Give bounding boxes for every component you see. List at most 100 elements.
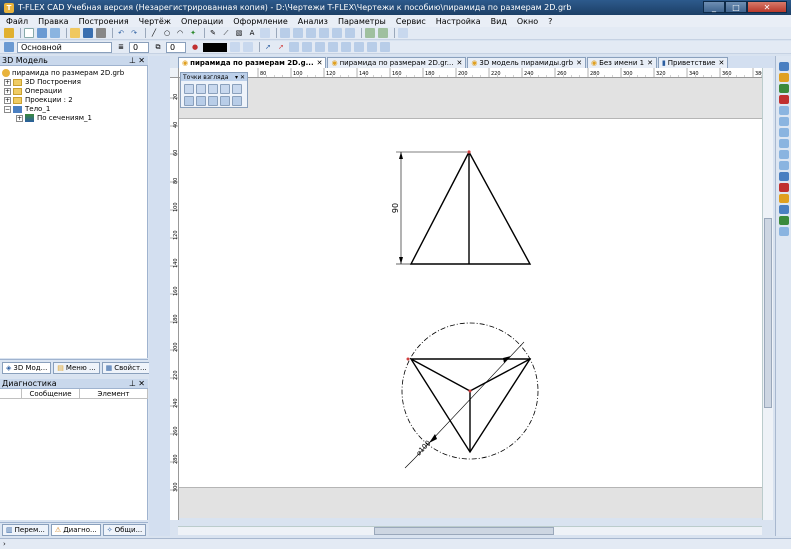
save-icon[interactable]	[83, 28, 93, 38]
select-icon[interactable]: ➚	[263, 42, 273, 52]
pin-icon[interactable]: ⊥	[129, 379, 136, 388]
object-snap-5-icon[interactable]	[341, 42, 351, 52]
menu-construct[interactable]: Построения	[79, 17, 129, 26]
snap-icon[interactable]	[243, 42, 253, 52]
menu-file[interactable]: Файл	[6, 17, 28, 26]
view-left-icon[interactable]	[208, 84, 218, 94]
tool-zoom-out-icon[interactable]	[778, 139, 789, 148]
tool-layers-icon[interactable]	[778, 205, 789, 214]
tool-refresh-icon[interactable]	[778, 216, 789, 225]
open-icon[interactable]	[70, 28, 80, 38]
view-iso-2-icon[interactable]	[208, 96, 218, 106]
menu-drawing[interactable]: Чертёж	[139, 17, 171, 26]
panel-close-icon[interactable]: ✕	[138, 56, 145, 65]
detail-icon[interactable]	[319, 28, 329, 38]
view-icon[interactable]	[306, 28, 316, 38]
tool-zoom-window-icon[interactable]	[778, 106, 789, 115]
vertical-scrollbar[interactable]	[762, 68, 773, 520]
tool-3d-view-icon[interactable]	[778, 62, 789, 71]
tab-variables[interactable]: ▥ Перем...	[2, 524, 49, 536]
table-icon[interactable]	[293, 28, 303, 38]
view-back-icon[interactable]	[196, 84, 206, 94]
vertical-scroll-thumb[interactable]	[764, 218, 772, 408]
tool-zoom-prev-icon[interactable]	[778, 150, 789, 159]
line-tool-icon[interactable]: ╱	[149, 28, 159, 38]
pin-icon[interactable]: ⊥	[129, 56, 136, 65]
level-input[interactable]: 0	[129, 41, 149, 53]
graphic-line-icon[interactable]: ⟋	[221, 28, 231, 38]
doc-tab-untitled[interactable]: ◉ Без имени 1 ✕	[586, 57, 657, 68]
tflex-menu-icon[interactable]	[4, 28, 14, 38]
menu-edit[interactable]: Правка	[38, 17, 68, 26]
view-iso-3-icon[interactable]	[220, 96, 230, 106]
text-tool-icon[interactable]: A	[247, 28, 257, 38]
horizontal-scroll-thumb[interactable]	[374, 527, 554, 535]
object-snap-4-icon[interactable]	[328, 42, 338, 52]
tool-properties-icon[interactable]	[778, 227, 789, 236]
grid-icon[interactable]	[398, 28, 408, 38]
tree-item-projections[interactable]: + Проекции : 2	[4, 96, 73, 104]
param-icon[interactable]	[365, 28, 375, 38]
splitter[interactable]	[149, 56, 170, 536]
view-top-icon[interactable]	[232, 84, 242, 94]
object-snap-6-icon[interactable]	[354, 42, 364, 52]
tool-zoom-in-icon[interactable]	[778, 128, 789, 137]
close-tab-icon[interactable]: ✕	[317, 59, 323, 67]
collapse-icon[interactable]: −	[4, 105, 11, 113]
menu-operations[interactable]: Операции	[181, 17, 223, 26]
tool-zoom-next-icon[interactable]	[778, 161, 789, 170]
print-icon[interactable]	[96, 28, 106, 38]
doc-tab-pyramid-2d-copy[interactable]: ◉ пирамида по размерам 2D.gr... ✕	[327, 57, 467, 68]
panel-close-icon[interactable]: ▾ ✕	[235, 74, 245, 81]
color-picker-icon[interactable]: ●	[190, 42, 200, 52]
object-snap-7-icon[interactable]	[367, 42, 377, 52]
expand-icon[interactable]: +	[16, 114, 23, 122]
object-snap-8-icon[interactable]	[380, 42, 390, 52]
expand-icon[interactable]: +	[4, 96, 11, 104]
color-swatch[interactable]	[203, 42, 227, 52]
view-iso-1-icon[interactable]	[196, 96, 206, 106]
tab-diagnostics[interactable]: ⚠ Диагно...	[50, 524, 101, 536]
spec-icon[interactable]	[345, 28, 355, 38]
tool-shade-icon[interactable]	[778, 172, 789, 181]
close-button[interactable]: ✕	[747, 1, 787, 13]
menu-settings[interactable]: Настройка	[436, 17, 481, 26]
sketch-tool-icon[interactable]: ✎	[208, 28, 218, 38]
variables-icon[interactable]	[378, 28, 388, 38]
tree-item-operations[interactable]: + Операции	[4, 87, 62, 95]
tab-properties[interactable]: ▦ Свойст...	[101, 361, 151, 374]
menu-window[interactable]: Окно	[517, 17, 538, 26]
maximize-button[interactable]: □	[725, 1, 747, 13]
menu-service[interactable]: Сервис	[396, 17, 426, 26]
tree-item-loft[interactable]: + По сечениям_1	[16, 114, 92, 122]
object-snap-1-icon[interactable]	[289, 42, 299, 52]
filter-icon[interactable]: ➚	[276, 42, 286, 52]
tree-item-body[interactable]: − Тело_1	[4, 105, 50, 113]
tree-root[interactable]: пирамида по размерам 2D.grb	[2, 69, 124, 77]
circle-tool-icon[interactable]: ○	[162, 28, 172, 38]
expand-icon[interactable]: +	[4, 87, 11, 95]
close-tab-icon[interactable]: ✕	[576, 59, 582, 67]
object-snap-2-icon[interactable]	[302, 42, 312, 52]
tab-3d-model[interactable]: ◈ 3D Мод...	[2, 361, 52, 374]
drawing-canvas[interactable]: 90 ⌀100	[179, 78, 762, 518]
col-element[interactable]: Элемент	[80, 389, 148, 398]
tree-item-3d-constructions[interactable]: + 3D Построения	[4, 78, 81, 86]
minimize-button[interactable]: _	[703, 1, 725, 13]
view-bottom-icon[interactable]	[184, 96, 194, 106]
close-tab-icon[interactable]: ✕	[647, 59, 653, 67]
menu-help[interactable]: ?	[548, 17, 552, 26]
panel-close-icon[interactable]: ✕	[138, 379, 145, 388]
doc-tab-3d-model[interactable]: ◉ 3D модель пирамиды.grb ✕	[467, 57, 586, 68]
layer-select[interactable]: Основной	[17, 41, 112, 53]
tab-menu[interactable]: ▤ Меню ...	[53, 361, 100, 374]
new-assembly-icon[interactable]	[50, 28, 60, 38]
menu-analysis[interactable]: Анализ	[298, 17, 328, 26]
tool-pan-icon[interactable]	[778, 84, 789, 93]
menu-view[interactable]: Вид	[491, 17, 507, 26]
priority-input[interactable]: 0	[166, 41, 186, 53]
close-tab-icon[interactable]: ✕	[456, 59, 462, 67]
close-tab-icon[interactable]: ✕	[718, 59, 724, 67]
new-doc-icon[interactable]	[24, 28, 34, 38]
line-style-icon[interactable]	[230, 42, 240, 52]
